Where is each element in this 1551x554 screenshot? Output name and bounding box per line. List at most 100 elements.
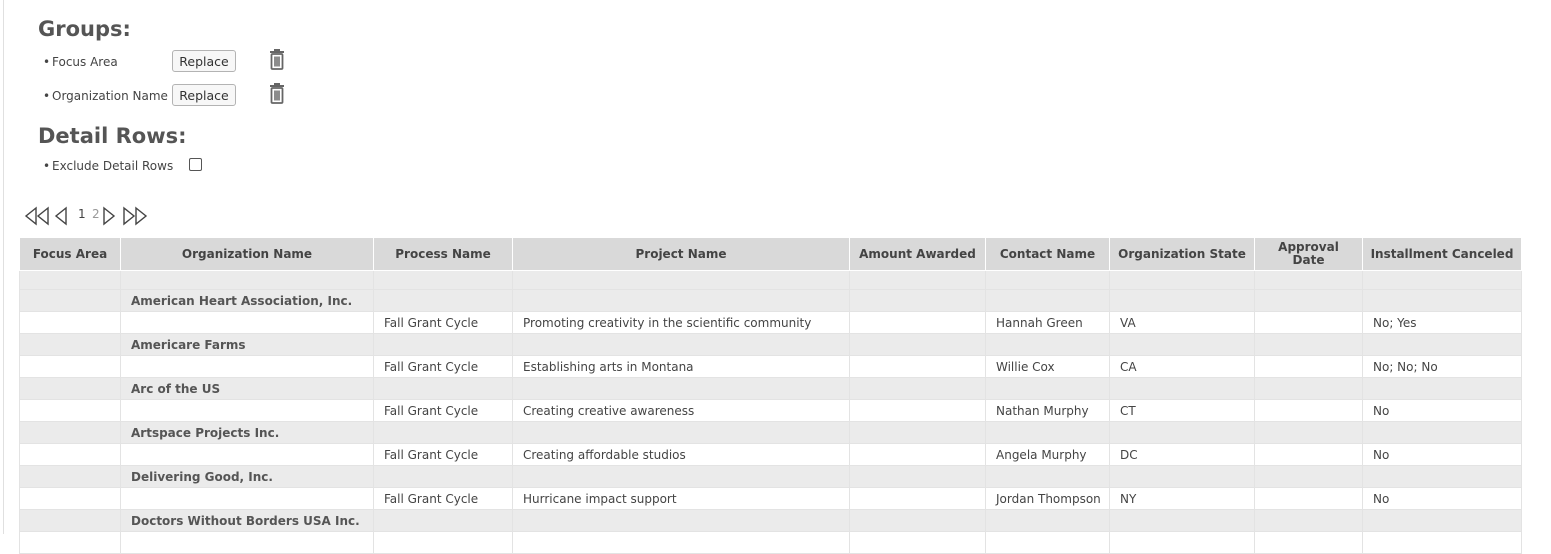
table-cell (1254, 399, 1363, 422)
table-cell (1362, 509, 1522, 532)
table-cell (512, 421, 850, 444)
table-cell (373, 333, 513, 356)
table-cell: No (1362, 399, 1522, 422)
table-cell: No; No; No (1362, 355, 1522, 378)
table-cell (19, 421, 121, 444)
column-header[interactable]: Contact Name (985, 237, 1110, 271)
table-cell (1362, 333, 1522, 356)
table-cell (1254, 509, 1363, 532)
table-cell: Angela Murphy (985, 443, 1110, 466)
table-cell (512, 333, 850, 356)
first-page-icon[interactable] (24, 206, 50, 230)
table-cell: Jordan Thompson (985, 487, 1110, 510)
table-header-row: Focus Area Organization Name Process Nam… (19, 237, 1522, 271)
table-cell (120, 531, 374, 554)
column-header[interactable]: Organization Name (120, 237, 374, 271)
trash-icon[interactable] (267, 82, 287, 106)
column-header[interactable]: Installment Canceled (1362, 237, 1522, 271)
table-cell (19, 333, 121, 356)
table-cell (373, 270, 513, 290)
replace-focus-area-button[interactable]: Replace (172, 50, 236, 72)
exclude-detail-rows-checkbox[interactable] (189, 158, 202, 171)
table-cell (849, 509, 986, 532)
table-cell: NY (1109, 487, 1255, 510)
left-border (3, 0, 4, 534)
table-cell (19, 509, 121, 532)
table-cell: Establishing arts in Montana (512, 355, 850, 378)
table-cell: Arc of the US (120, 377, 374, 400)
exclude-detail-rows-label: Exclude Detail Rows (52, 159, 174, 173)
replace-organization-name-button[interactable]: Replace (172, 84, 236, 106)
table-cell: No; Yes (1362, 311, 1522, 334)
table-cell (849, 270, 986, 290)
table-cell: CA (1109, 355, 1255, 378)
table-cell (1362, 531, 1522, 554)
table-cell (1254, 333, 1363, 356)
table-cell (373, 531, 513, 554)
table-cell (1254, 421, 1363, 444)
table-cell: Hurricane impact support (512, 487, 850, 510)
table-cell (512, 509, 850, 532)
table-cell: Nathan Murphy (985, 399, 1110, 422)
last-page-icon[interactable] (122, 206, 148, 230)
table-row: Fall Grant Cycle Hurricane impact support… (19, 487, 1522, 510)
column-header[interactable]: Approval Date (1254, 237, 1363, 271)
table-cell (373, 289, 513, 312)
table-cell (512, 289, 850, 312)
group-row: Delivering Good, Inc. (19, 465, 1522, 488)
groups-title: Groups: (38, 17, 131, 41)
table-cell (1362, 421, 1522, 444)
table-cell: Americare Farms (120, 333, 374, 356)
table-cell (373, 421, 513, 444)
table-cell (849, 399, 986, 422)
column-header[interactable]: Process Name (373, 237, 513, 271)
table-cell (120, 311, 374, 334)
table-row: Fall Grant Cycle Establishing arts in Mon… (19, 355, 1522, 378)
table-cell (1254, 311, 1363, 334)
table-body: American Heart Association, Inc. Fall Gra… (19, 270, 1522, 554)
table-cell (1109, 465, 1255, 488)
table-cell (985, 333, 1110, 356)
column-header[interactable]: Project Name (512, 237, 850, 271)
table-cell (1362, 270, 1522, 290)
trash-icon[interactable] (267, 48, 287, 72)
table-cell: Creating affordable studios (512, 443, 850, 466)
table-cell (1254, 355, 1363, 378)
table-cell (1254, 270, 1363, 290)
table-cell (120, 399, 374, 422)
table-cell: VA (1109, 311, 1255, 334)
page-2-link[interactable]: 2 (92, 207, 100, 221)
table-cell (1362, 289, 1522, 312)
table-cell: Fall Grant Cycle (373, 487, 513, 510)
table-cell (19, 487, 121, 510)
table-cell (19, 399, 121, 422)
table-cell: Delivering Good, Inc. (120, 465, 374, 488)
next-page-icon[interactable] (102, 206, 116, 230)
table-cell (849, 377, 986, 400)
column-header[interactable]: Amount Awarded (849, 237, 986, 271)
table-cell: DC (1109, 443, 1255, 466)
table-cell: Creating creative awareness (512, 399, 850, 422)
table-cell (985, 270, 1110, 290)
table-cell: Fall Grant Cycle (373, 443, 513, 466)
group-row: Americare Farms (19, 333, 1522, 356)
column-header[interactable]: Focus Area (19, 237, 121, 271)
table-cell (849, 289, 986, 312)
table-row (19, 531, 1522, 554)
table-cell (849, 487, 986, 510)
table-row: Fall Grant Cycle Promoting creativity in … (19, 311, 1522, 334)
column-header[interactable]: Organization State (1109, 237, 1255, 271)
table-cell (19, 311, 121, 334)
previous-page-icon[interactable] (54, 206, 68, 230)
table-cell (512, 531, 850, 554)
table-cell: Fall Grant Cycle (373, 355, 513, 378)
table-cell (849, 311, 986, 334)
table-cell (1254, 531, 1363, 554)
report-table: Focus Area Organization Name Process Nam… (19, 237, 1522, 554)
page-1-link[interactable]: 1 (78, 207, 86, 221)
table-cell (1109, 531, 1255, 554)
table-cell (1362, 377, 1522, 400)
table-cell (985, 509, 1110, 532)
table-cell (985, 531, 1110, 554)
table-cell (1362, 465, 1522, 488)
